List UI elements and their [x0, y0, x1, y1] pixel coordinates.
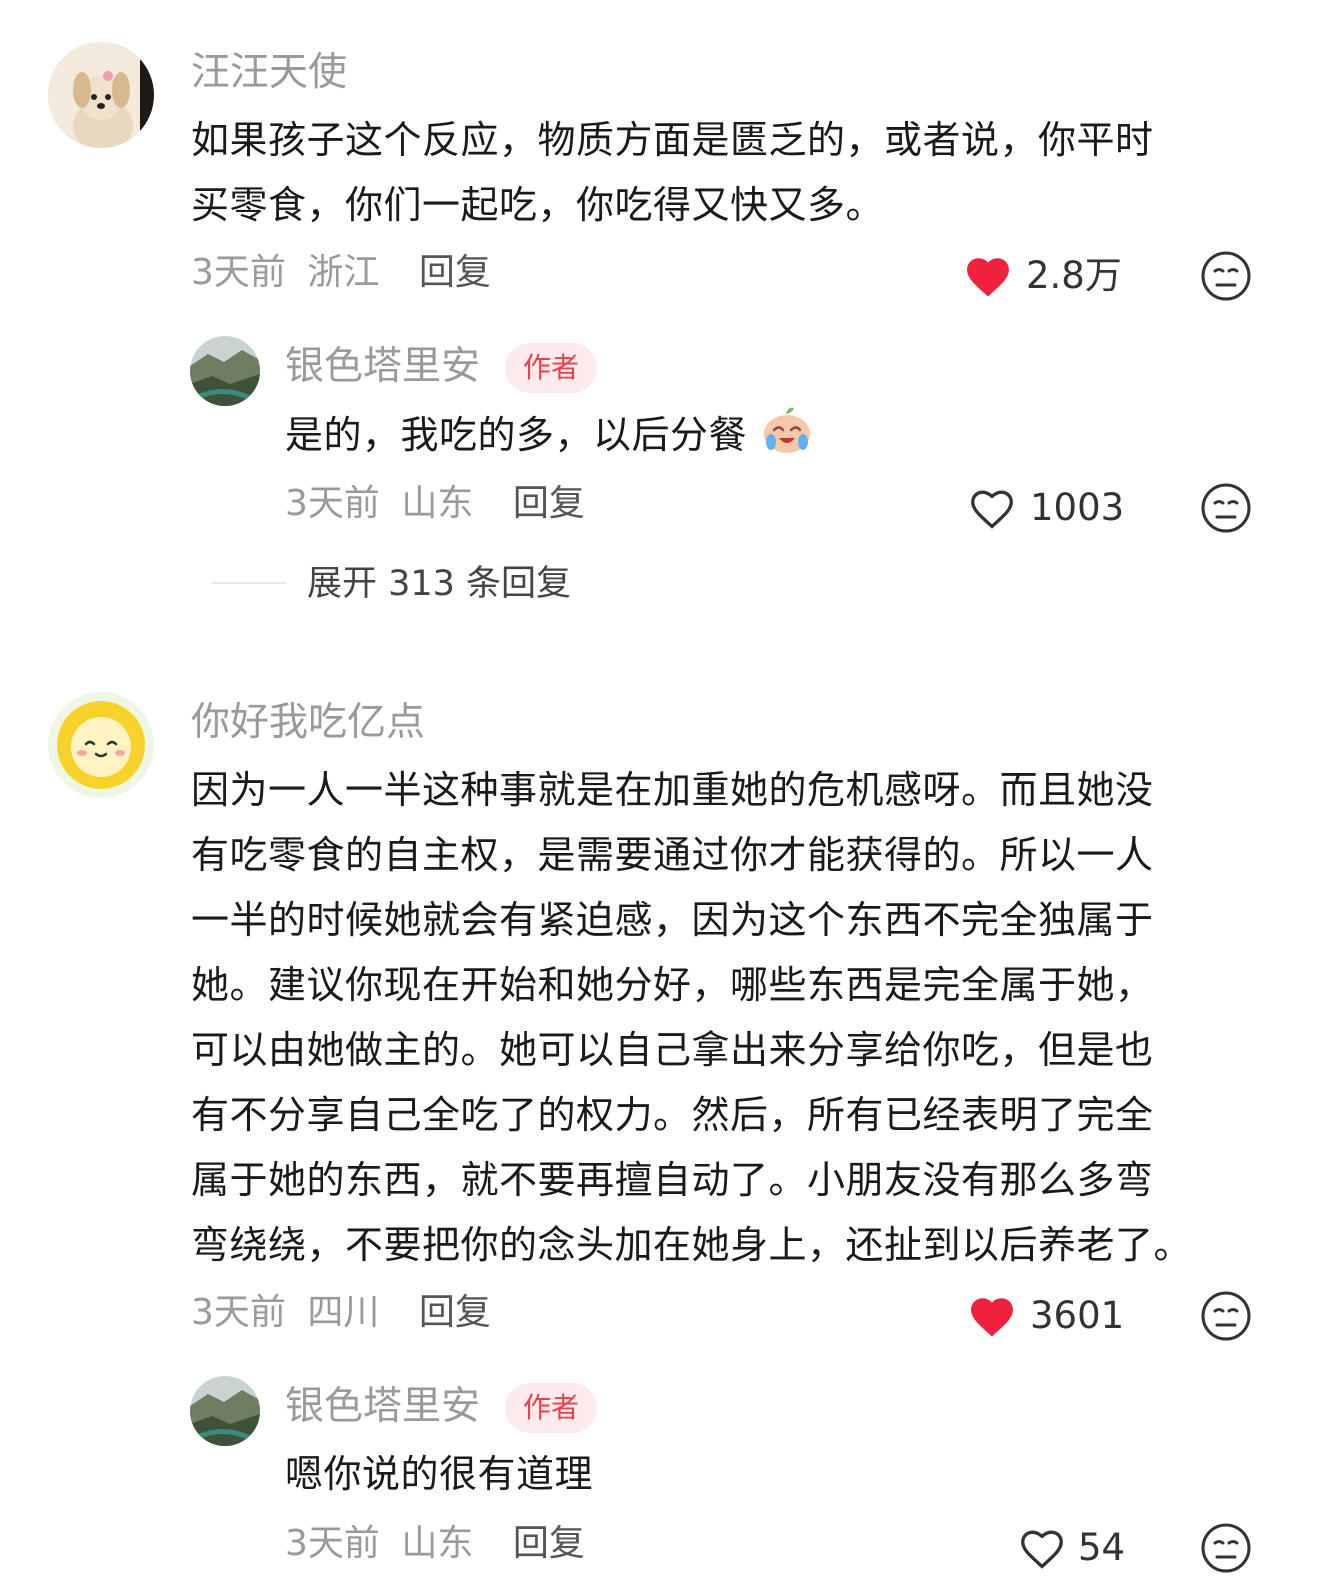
comment-2: 你好我吃亿点 因为一人一半这种事就是在加重她的危机感呀。而且她没 有吃零食的自主…: [0, 680, 1320, 1592]
reply-meta: 3天前 山东 回复: [285, 1522, 585, 1566]
reply-location: 山东: [401, 483, 474, 524]
comment-username[interactable]: 你好我吃亿点: [191, 700, 425, 746]
comment-text-line: 弯绕绕，不要把你的念头加在她身上，还扯到以后养老了。: [191, 1223, 1193, 1267]
comment-username[interactable]: 汪汪天使: [191, 50, 347, 96]
avatar-author[interactable]: [190, 1376, 260, 1446]
comment-location: 浙江: [307, 252, 380, 293]
reply-username[interactable]: 银色塔里安: [285, 344, 480, 390]
like-button[interactable]: 3601: [966, 1290, 1136, 1340]
author-badge: 作者: [505, 1383, 598, 1433]
comment-text-line: 属于她的东西，就不要再擅自动了。小朋友没有那么多弯: [191, 1158, 1154, 1202]
reply-text: 是的，我吃的多，以后分餐: [285, 402, 814, 468]
reply-button[interactable]: 回复: [419, 252, 491, 293]
comment-text-line: 买零食，你们一起吃，你吃得又快又多。: [191, 183, 885, 227]
comment-text-line: 一半的时候她就会有紧迫感，因为这个东西不完全独属于: [191, 898, 1154, 942]
comment-text-line: 如果孩子这个反应，物质方面是匮乏的，或者说，你平时: [191, 118, 1154, 162]
heart-outline-icon: [971, 490, 1013, 529]
reply-text: 嗯你说的很有道理: [285, 1452, 594, 1496]
comment-text: 因为一人一半这种事就是在加重她的危机感呀。而且她没 有吃零食的自主权，是需要通过…: [191, 758, 1271, 1278]
comment-1: 汪汪天使 如果孩子这个反应，物质方面是匮乏的，或者说，你平时 买零食，你们一起吃…: [0, 0, 1320, 640]
neutral-face-icon[interactable]: [1200, 482, 1252, 534]
reply-button[interactable]: 回复: [419, 1292, 491, 1333]
comment-meta: 3天前 浙江 回复: [191, 251, 491, 295]
expand-replies-button[interactable]: 展开 313 条回复: [307, 562, 571, 606]
like-button[interactable]: 54: [1016, 1522, 1136, 1572]
comment-text: 如果孩子这个反应，物质方面是匮乏的，或者说，你平时 买零食，你们一起吃，你吃得又…: [191, 108, 1271, 238]
like-button[interactable]: 1003: [966, 482, 1136, 532]
neutral-face-icon[interactable]: [1200, 250, 1252, 302]
reply-button[interactable]: 回复: [513, 1523, 585, 1564]
comment-text-line: 有不分享自己全吃了的权力。然后，所有已经表明了完全: [191, 1093, 1154, 1137]
heart-filled-icon: [967, 258, 1009, 297]
reply-meta: 3天前 山东 回复: [285, 482, 585, 526]
reply-time: 3天前: [285, 483, 380, 524]
comment-meta: 3天前 四川 回复: [191, 1291, 491, 1335]
comment-time: 3天前: [191, 1292, 286, 1333]
like-count: 1003: [1030, 486, 1125, 529]
reply-button[interactable]: 回复: [513, 483, 585, 524]
comment-text-line: 因为一人一半这种事就是在加重她的危机感呀。而且她没: [191, 768, 1154, 812]
heart-outline-icon: [1021, 1530, 1063, 1569]
like-count: 3601: [1030, 1294, 1125, 1337]
mountain-avatar-icon: [190, 1376, 260, 1446]
like-count: 2.8万: [1026, 254, 1122, 297]
mountain-avatar-icon: [190, 336, 260, 406]
avatar-sun[interactable]: [48, 692, 154, 798]
author-badge: 作者: [505, 343, 598, 393]
comment-time: 3天前: [191, 252, 286, 293]
comment-text-line: 她。建议你现在开始和她分好，哪些东西是完全属于她，: [191, 963, 1154, 1007]
neutral-face-icon[interactable]: [1200, 1522, 1252, 1574]
reply-time: 3天前: [285, 1523, 380, 1564]
avatar-dog[interactable]: [48, 42, 154, 148]
crying-laugh-emoji-icon: [763, 407, 810, 453]
sun-avatar-icon: [48, 692, 154, 798]
dog-avatar-icon: [48, 42, 154, 148]
comment-location: 四川: [307, 1292, 380, 1333]
heart-filled-icon: [971, 1298, 1013, 1337]
like-button[interactable]: 2.8万: [962, 250, 1132, 300]
reply-location: 山东: [401, 1523, 474, 1564]
avatar-author[interactable]: [190, 336, 260, 406]
comment-text-line: 有吃零食的自主权，是需要通过你才能获得的。所以一人: [191, 833, 1154, 877]
reply-text-content: 是的，我吃的多，以后分餐: [285, 413, 748, 457]
neutral-face-icon[interactable]: [1200, 1290, 1252, 1342]
like-count: 54: [1078, 1526, 1126, 1569]
reply-username[interactable]: 银色塔里安: [285, 1384, 480, 1430]
expand-divider: [212, 582, 286, 584]
comment-text-line: 可以由她做主的。她可以自己拿出来分享给你吃，但是也: [191, 1028, 1154, 1072]
